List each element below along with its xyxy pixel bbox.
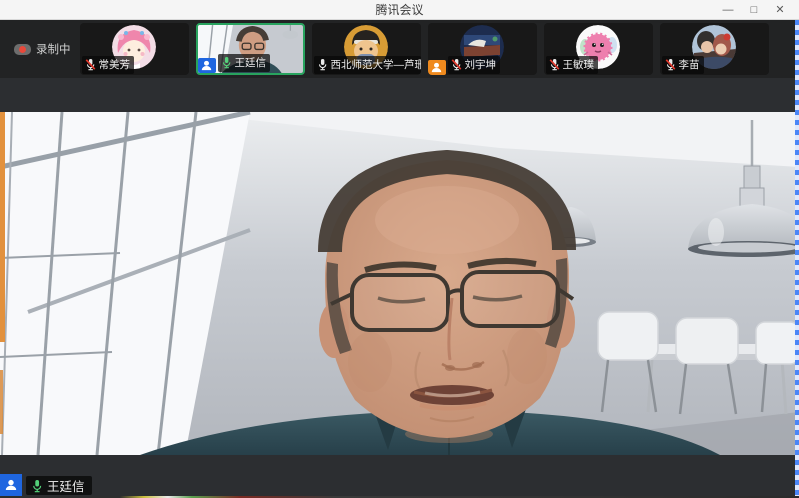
participant-thumbnail[interactable]: 刘宇坤 — [428, 23, 537, 75]
participant-name: 李苗 — [679, 57, 700, 72]
participant-name: 西北师范大学—芦珊 — [331, 57, 421, 72]
participant-name-chip: 李苗 — [662, 56, 704, 74]
close-button[interactable]: ✕ — [767, 0, 793, 20]
minimize-button[interactable]: — — [715, 0, 741, 20]
host-badge — [0, 474, 22, 496]
mic-on-icon — [31, 479, 43, 493]
maximize-button[interactable]: □ — [741, 0, 767, 20]
participant-name-chip: 王廷信 — [218, 54, 271, 72]
capture-region-dashed-border — [795, 20, 799, 496]
main-video-stage[interactable] — [0, 112, 799, 455]
recording-icon — [14, 44, 31, 55]
participant-name-chip: 王敏璞 — [546, 56, 599, 74]
stage-gap-top — [0, 78, 799, 112]
mic-on-icon — [317, 58, 328, 71]
participant-thumbnail[interactable]: 李苗 — [660, 23, 769, 75]
person-icon — [200, 60, 213, 71]
participant-name: 王敏璞 — [563, 57, 595, 72]
participant-name-chip: 西北师范大学—芦珊 — [314, 56, 421, 74]
mic-muted-icon — [451, 58, 462, 71]
mic-on-icon — [221, 56, 232, 69]
recording-indicator: 录制中 — [14, 41, 71, 57]
speaker-name: 王廷信 — [47, 476, 85, 495]
participant-name-chip: 刘宇坤 — [448, 56, 501, 74]
host-badge — [198, 58, 216, 73]
mic-muted-icon — [549, 58, 560, 71]
participant-thumbnail[interactable]: 常美芳 — [80, 23, 189, 75]
window-title: 腾讯会议 — [0, 0, 799, 20]
mic-muted-icon — [85, 58, 96, 71]
participant-thumbnail-active-speaker[interactable]: 王廷信 — [196, 23, 305, 75]
participant-name: 刘宇坤 — [465, 57, 497, 72]
window-controls: — □ ✕ — [715, 0, 793, 20]
participant-name-chip: 常美芳 — [82, 56, 135, 74]
participant-thumbnail[interactable]: 王敏璞 — [544, 23, 653, 75]
person-icon — [4, 479, 18, 491]
participant-name: 常美芳 — [99, 57, 131, 72]
participant-name: 王廷信 — [235, 55, 267, 70]
participant-filmstrip: 录制中 常美芳 — [0, 20, 795, 78]
participant-thumbnail[interactable]: 西北师范大学—芦珊 — [312, 23, 421, 75]
stage-gap-bottom — [0, 455, 799, 496]
meeting-window: 腾讯会议 — □ ✕ 录制中 — [0, 0, 799, 498]
co-host-badge — [428, 60, 446, 75]
titlebar[interactable]: 腾讯会议 — □ ✕ — [0, 0, 799, 20]
mic-muted-icon — [665, 58, 676, 71]
speaker-name-label: 王廷信 — [26, 476, 92, 495]
recording-label: 录制中 — [36, 41, 71, 57]
person-icon — [430, 62, 443, 73]
